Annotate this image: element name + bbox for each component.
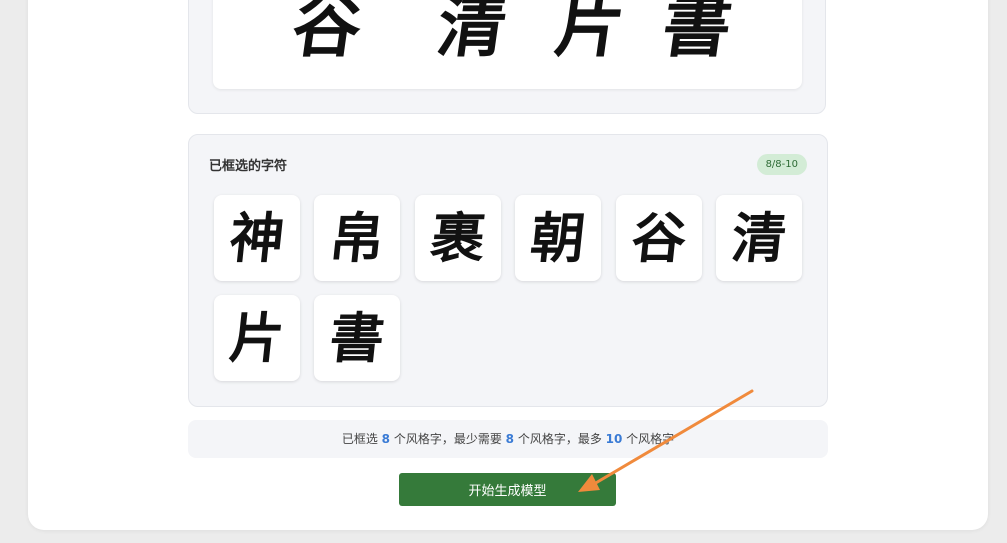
- preview-image: 谷 清 片 書: [213, 0, 802, 89]
- preview-glyph: 片: [550, 0, 630, 67]
- preview-glyph: 谷: [287, 0, 367, 67]
- preview-glyph: 書: [657, 0, 737, 67]
- preview-panel: 谷 清 片 書: [188, 0, 826, 114]
- char-tile[interactable]: 片: [214, 295, 300, 381]
- selected-characters-panel: 已框选的字符 8/8-10 神 帛 裹 朝 谷 清 片 書: [188, 134, 828, 407]
- char-tile[interactable]: 裹: [415, 195, 501, 281]
- info-text: 已框选: [341, 432, 382, 446]
- char-glyph: 清: [728, 206, 790, 270]
- char-tile[interactable]: 清: [716, 195, 802, 281]
- min-count: 8: [505, 432, 514, 446]
- panel-title: 已框选的字符: [209, 159, 288, 174]
- char-tile[interactable]: 朝: [515, 195, 601, 281]
- char-tile[interactable]: 谷: [616, 195, 702, 281]
- char-glyph: 書: [326, 306, 388, 370]
- char-glyph: 片: [226, 306, 288, 370]
- max-count: 10: [605, 432, 623, 446]
- char-glyph: 裹: [427, 206, 489, 270]
- char-tile[interactable]: 神: [214, 195, 300, 281]
- generate-model-button[interactable]: 开始生成模型: [399, 473, 616, 506]
- info-text: 个风格字，最多: [514, 432, 606, 446]
- preview-glyph: 清: [432, 0, 512, 67]
- char-glyph: 谷: [628, 206, 690, 270]
- char-tile[interactable]: 書: [314, 295, 400, 381]
- char-tile[interactable]: 帛: [314, 195, 400, 281]
- char-glyph: 神: [226, 206, 288, 270]
- info-text: 个风格字: [622, 432, 675, 446]
- char-glyph: 帛: [326, 206, 388, 270]
- count-badge: 8/8-10: [756, 154, 807, 175]
- info-text: 个风格字，最少需要: [390, 432, 506, 446]
- selection-info: 已框选 8 个风格字，最少需要 8 个风格字，最多 10 个风格字: [188, 420, 828, 458]
- char-glyph: 朝: [527, 206, 589, 270]
- selected-count: 8: [381, 432, 390, 446]
